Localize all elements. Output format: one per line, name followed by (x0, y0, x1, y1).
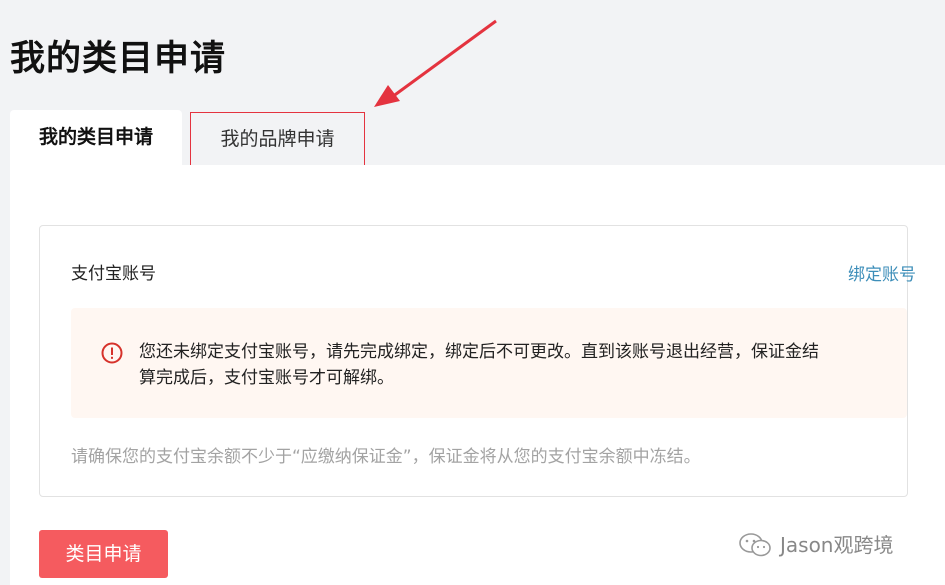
tab-category-application[interactable]: 我的类目申请 (10, 110, 182, 166)
wechat-icon (739, 533, 771, 557)
exclamation-circle-icon (101, 342, 123, 364)
warning-notice: 您还未绑定支付宝账号，请先完成绑定，绑定后不可更改。直到该账号退出经营，保证金结… (71, 308, 907, 418)
content-area: 支付宝账号 绑定账号 您还未绑定支付宝账号，请先完成绑定，绑定后不可更改。直到该… (10, 165, 945, 585)
category-apply-button[interactable]: 类目申请 (39, 530, 168, 578)
bind-account-link[interactable]: 绑定账号 (848, 260, 916, 285)
tab-brand-application[interactable]: 我的品牌申请 (190, 112, 365, 168)
page-title: 我的类目申请 (10, 39, 227, 79)
watermark-text: Jason观跨境 (780, 533, 894, 557)
alipay-account-card: 支付宝账号 绑定账号 您还未绑定支付宝账号，请先完成绑定，绑定后不可更改。直到该… (39, 225, 916, 497)
warning-notice-text: 您还未绑定支付宝账号，请先完成绑定，绑定后不可更改。直到该账号退出经营，保证金结… (139, 342, 819, 388)
balance-hint: 请确保您的支付宝余额不少于“应缴纳保证金”，保证金将从您的支付宝余额中冻结。 (71, 447, 701, 467)
tab-bar: 我的类目申请 我的品牌申请 (0, 110, 945, 168)
alipay-account-label: 支付宝账号 (71, 264, 156, 284)
